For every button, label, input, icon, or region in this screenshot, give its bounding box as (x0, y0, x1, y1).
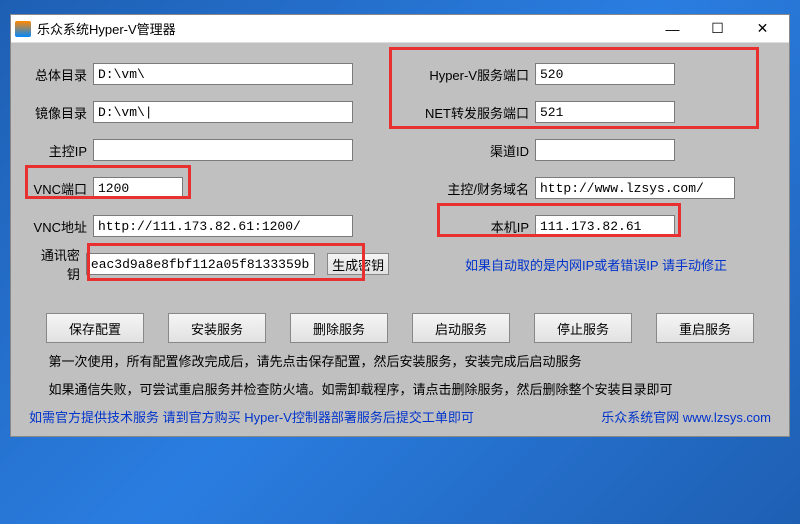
minimize-button[interactable]: — (650, 16, 695, 42)
restart-service-button[interactable]: 重启服务 (656, 313, 754, 343)
label-channel-id: 渠道ID (409, 141, 529, 160)
label-net-forward-port: NET转发服务端口 (409, 103, 529, 122)
label-master-finance-domain: 主控/财务域名 (409, 179, 529, 198)
client-area: 总体目录 镜像目录 主控IP VNC端口 VNC地址 (11, 43, 789, 436)
close-button[interactable]: ✕ (740, 16, 785, 42)
label-local-ip: 本机IP (409, 217, 529, 236)
maximize-button[interactable]: ☐ (695, 16, 740, 42)
input-master-finance-domain[interactable] (535, 177, 735, 199)
note-line2: 如果通信失败，可尝试重启服务并检查防火墙。如需卸载程序，请点击删除服务，然后删除… (29, 381, 771, 399)
save-config-button[interactable]: 保存配置 (46, 313, 144, 343)
ip-hint-note: 如果自动取的是内网IP或者错误IP 请手动修正 (465, 255, 727, 274)
input-comm-key[interactable] (86, 253, 315, 275)
input-vnc-port[interactable] (93, 177, 183, 199)
delete-service-button[interactable]: 删除服务 (290, 313, 388, 343)
label-vnc-addr: VNC地址 (29, 217, 87, 236)
label-hyperv-port: Hyper-V服务端口 (409, 65, 529, 84)
input-image-dir[interactable] (93, 101, 353, 123)
input-hyperv-port[interactable] (535, 63, 675, 85)
window-title: 乐众系统Hyper-V管理器 (37, 19, 650, 38)
note-line1: 第一次使用，所有配置修改完成后，请先点击保存配置，然后安装服务，安装完成后启动服… (29, 353, 771, 371)
input-master-ip[interactable] (93, 139, 353, 161)
input-vnc-addr[interactable] (93, 215, 353, 237)
label-image-dir: 镜像目录 (29, 103, 87, 122)
start-service-button[interactable]: 启动服务 (412, 313, 510, 343)
footer-left-link[interactable]: 如需官方提供技术服务 请到官方购买 Hyper-V控制器部署服务后提交工单即可 (29, 407, 474, 426)
app-icon (15, 21, 31, 37)
stop-service-button[interactable]: 停止服务 (534, 313, 632, 343)
input-channel-id[interactable] (535, 139, 675, 161)
input-local-ip[interactable] (535, 215, 675, 237)
label-vnc-port: VNC端口 (29, 179, 87, 198)
footer-links: 如需官方提供技术服务 请到官方购买 Hyper-V控制器部署服务后提交工单即可 … (29, 407, 771, 426)
action-buttons-row: 保存配置 安装服务 删除服务 启动服务 停止服务 重启服务 (29, 313, 771, 343)
window-controls: — ☐ ✕ (650, 16, 785, 42)
label-total-dir: 总体目录 (29, 65, 87, 84)
install-service-button[interactable]: 安装服务 (168, 313, 266, 343)
titlebar: 乐众系统Hyper-V管理器 — ☐ ✕ (11, 15, 789, 43)
input-net-forward-port[interactable] (535, 101, 675, 123)
label-master-ip: 主控IP (29, 141, 87, 160)
gen-key-button[interactable]: 生成密钥 (327, 253, 389, 275)
app-window: 乐众系统Hyper-V管理器 — ☐ ✕ 总体目录 镜像目录 主控IP (10, 14, 790, 437)
label-comm-key: 通讯密钥 (29, 245, 80, 283)
input-total-dir[interactable] (93, 63, 353, 85)
footer-right-link[interactable]: 乐众系统官网 www.lzsys.com (601, 407, 771, 426)
